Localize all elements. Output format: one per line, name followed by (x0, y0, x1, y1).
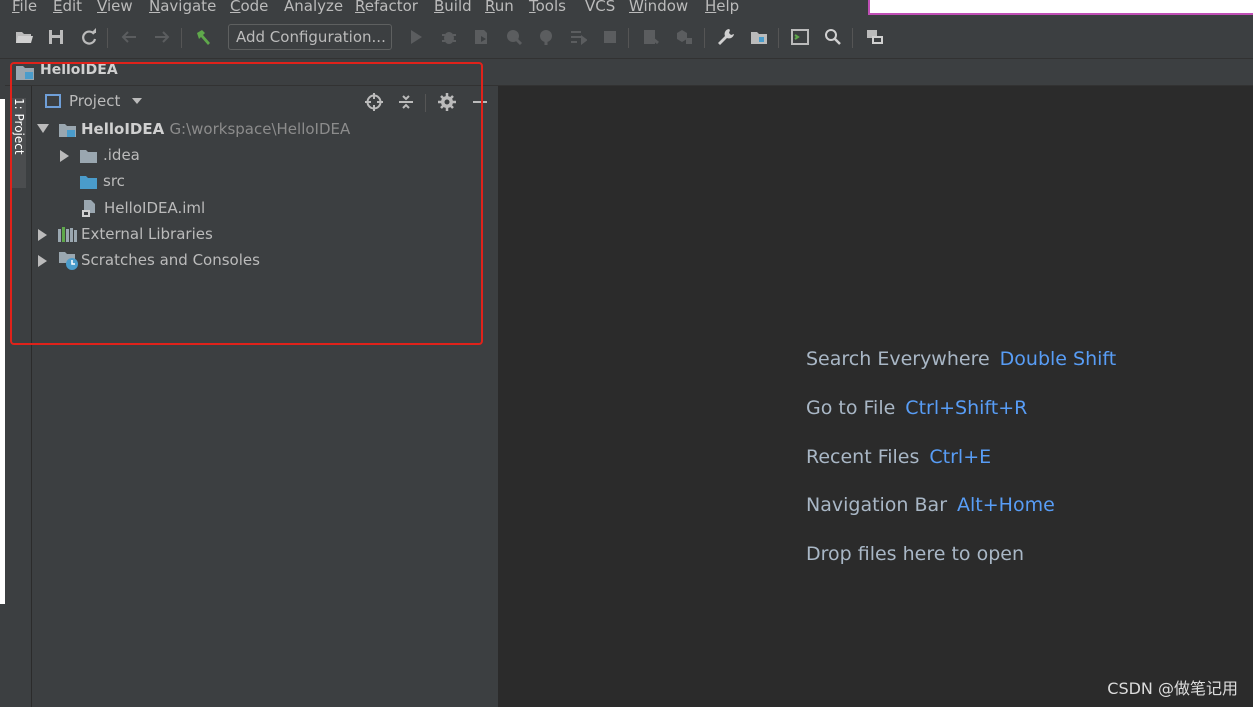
terminal-icon[interactable] (789, 26, 811, 48)
shortcut-search-everywhere: Double Shift (999, 348, 1117, 370)
chevron-down-icon[interactable] (132, 98, 142, 104)
add-configuration-button[interactable]: Add Configuration... (228, 24, 392, 50)
chevron-down-icon[interactable] (37, 124, 49, 133)
collapse-all-icon[interactable] (396, 92, 416, 112)
menu-vcs[interactable]: VCS (585, 0, 615, 15)
tree-item-idea[interactable]: .idea (32, 144, 498, 168)
menu-refactor[interactable]: Refactor (355, 0, 418, 15)
hint-navigation-bar: Navigation Bar Alt+Home (806, 494, 1055, 516)
profile-icon[interactable] (503, 26, 525, 48)
project-structure-icon[interactable] (748, 26, 770, 48)
menu-window[interactable]: Window (629, 0, 688, 15)
project-view-title[interactable]: Project (69, 92, 120, 110)
tree-item-path: G:\workspace\HelloIDEA (169, 120, 351, 138)
attach-icon[interactable] (535, 26, 557, 48)
hint-search-everywhere: Search Everywhere Double Shift (806, 348, 1117, 370)
menu-edit[interactable]: Edit (53, 0, 82, 15)
hide-panel-icon[interactable] (470, 92, 490, 112)
stop-icon[interactable] (599, 26, 621, 48)
menu-view[interactable]: View (97, 0, 133, 15)
coverage-icon[interactable] (470, 26, 492, 48)
project-view-icon (45, 94, 61, 108)
shortcut-navigation-bar: Alt+Home (957, 494, 1055, 516)
scratches-icon (59, 252, 79, 270)
forward-arrow-icon[interactable] (151, 26, 173, 48)
module-folder-icon (59, 123, 76, 137)
update-running-icon[interactable] (640, 26, 662, 48)
search-icon[interactable] (822, 26, 844, 48)
tree-item-label: HelloIDEA.iml (104, 199, 206, 217)
tree-item-label: .idea (103, 146, 140, 164)
menu-help[interactable]: Help (705, 0, 739, 15)
tree-item-label: External Libraries (81, 225, 213, 243)
sdk-icon[interactable] (864, 26, 886, 48)
menu-code[interactable]: Code (230, 0, 268, 15)
menu-file[interactable]: File (12, 0, 37, 15)
navbar-project-name[interactable]: HelloIDEA (40, 62, 118, 78)
tree-item-label: HelloIDEA (81, 120, 165, 138)
menu-build[interactable]: Build (434, 0, 472, 15)
chevron-right-icon[interactable] (38, 229, 47, 241)
shortcut-recent-files: Ctrl+E (929, 446, 992, 468)
tree-item-label: src (103, 172, 125, 190)
library-icon (58, 227, 77, 242)
save-icon[interactable] (45, 26, 67, 48)
sync-icon[interactable] (78, 26, 100, 48)
editor-area: Search Everywhere Double Shift Go to File… (499, 86, 1253, 707)
hint-drop-files: Drop files here to open (806, 543, 1025, 565)
tree-item-helloidea[interactable]: HelloIDEA G:\workspace\HelloIDEA (32, 118, 498, 142)
folder-icon (80, 149, 97, 163)
build-hammer-icon[interactable] (192, 26, 214, 48)
settings-wrench-icon[interactable] (715, 26, 737, 48)
hint-go-to-file: Go to File Ctrl+Shift+R (806, 397, 1028, 419)
tree-item-iml[interactable]: HelloIDEA.iml (32, 197, 498, 221)
menu-navigate[interactable]: Navigate (149, 0, 216, 15)
iml-file-icon (82, 200, 96, 217)
gear-icon[interactable] (437, 92, 457, 112)
run-icon[interactable] (405, 26, 427, 48)
back-arrow-icon[interactable] (118, 26, 140, 48)
overlay-window-edge (868, 0, 1253, 15)
tree-item-scratches[interactable]: Scratches and Consoles (32, 249, 498, 273)
hint-recent-files: Recent Files Ctrl+E (806, 446, 992, 468)
chevron-right-icon[interactable] (60, 150, 69, 162)
chevron-right-icon[interactable] (38, 255, 47, 267)
menu-run[interactable]: Run (485, 0, 514, 15)
step-icon[interactable] (567, 26, 589, 48)
source-folder-icon (80, 175, 97, 189)
menu-analyze[interactable]: Analyze (284, 0, 343, 15)
open-folder-icon[interactable] (13, 26, 35, 48)
menu-tools[interactable]: Tools (529, 0, 566, 15)
project-panel: Project HelloIDEA G:\workspace\HelloIDEA (32, 86, 499, 707)
locate-target-icon[interactable] (364, 92, 384, 112)
tree-item-src[interactable]: src (32, 170, 498, 194)
project-panel-header: Project (32, 86, 498, 118)
watermark: CSDN @做笔记用 (1107, 679, 1238, 698)
tree-item-label: Scratches and Consoles (81, 251, 260, 269)
navigation-bar: HelloIDEA (5, 59, 1253, 86)
tool-window-stripe: 1: Project (5, 86, 32, 707)
build-artifacts-icon[interactable] (673, 26, 695, 48)
shortcut-go-to-file: Ctrl+Shift+R (905, 397, 1028, 419)
project-tool-tab[interactable]: 1: Project (12, 98, 26, 188)
project-module-icon (16, 64, 34, 80)
debug-icon[interactable] (438, 26, 460, 48)
tree-item-external-libraries[interactable]: External Libraries (32, 223, 498, 247)
main-toolbar: Add Configuration... (0, 18, 1253, 59)
